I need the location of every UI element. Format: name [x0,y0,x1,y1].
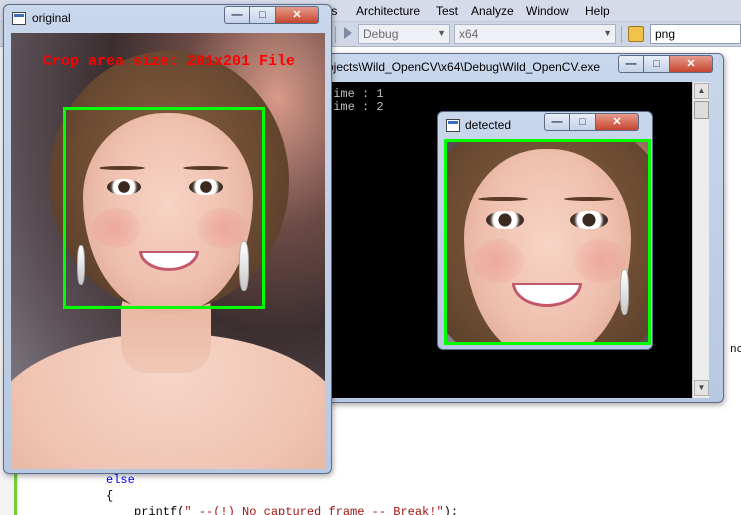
solution-platform-value: x64 [459,27,479,41]
minimize-button[interactable]: — [618,55,644,73]
statement-end: ); [443,505,459,515]
chevron-down-icon: ▼ [437,28,446,38]
app-window-icon [446,119,460,132]
crop-area-overlay-text: Crop area size: 201x201 File [43,53,296,70]
menu-test[interactable]: Test [436,4,458,18]
scroll-down-button[interactable]: ▼ [694,380,709,396]
console-line: time : 1 [326,87,384,101]
menu-window[interactable]: Window [526,4,569,18]
console-title: ojects\Wild_OpenCV\x64\Debug\Wild_OpenCV… [327,60,601,74]
printf-call: printf( [134,505,185,515]
detected-client [444,139,651,345]
detected-window-buttons: — □ ✕ [544,113,639,131]
find-input-value: png [655,27,676,41]
original-title: original [32,11,71,25]
code-line: else [106,473,135,487]
open-brace: { [106,489,114,503]
scroll-thumb[interactable] [694,101,709,119]
close-button[interactable]: ✕ [670,55,713,73]
scroll-up-button[interactable]: ▲ [694,83,709,99]
console-titlebar[interactable]: ojects\Wild_OpenCV\x64\Debug\Wild_OpenCV… [319,54,723,80]
original-window-buttons: — □ ✕ [224,6,319,24]
code-line: { [106,489,113,503]
toolbar-separator [335,26,336,43]
menu-help[interactable]: Help [585,4,610,18]
solution-configuration-value: Debug [363,27,399,41]
detected-face-image [444,139,651,345]
keyword-else: else [106,473,135,487]
start-debugging-icon[interactable] [344,27,352,39]
original-image: Crop area size: 201x201 File [11,33,325,469]
original-window[interactable]: original — □ ✕ Crop area size: 201x201 F… [3,4,332,474]
app-window-icon [12,12,26,25]
find-in-files-icon[interactable] [628,26,644,42]
change-tracking-bar [14,470,17,515]
face-detection-box [444,139,651,345]
detected-window[interactable]: detected — □ ✕ [437,111,653,350]
solution-platform-combo[interactable]: x64 ▼ [454,24,616,44]
maximize-button[interactable]: □ [570,113,596,131]
string-literal: " --(!) No captured frame -- Break!" [184,505,444,515]
chevron-down-icon: ▼ [603,28,612,38]
close-button[interactable]: ✕ [596,113,639,131]
console-scrollbar[interactable]: ▲ ▼ [692,82,709,398]
solution-configuration-combo[interactable]: Debug ▼ [358,24,450,44]
code-line: printf(" --(!) No captured frame -- Brea… [134,505,458,515]
toolbar-separator [621,26,622,43]
clipped-code-text: nc [730,344,741,356]
maximize-button[interactable]: □ [644,55,670,73]
detected-title: detected [465,118,512,132]
minimize-button[interactable]: — [544,113,570,131]
face-detection-box [63,107,265,309]
console-line: time : 2 [326,100,384,114]
original-titlebar[interactable]: original — □ ✕ [4,5,331,31]
close-button[interactable]: ✕ [276,6,319,24]
console-window-buttons: — □ ✕ [618,55,713,73]
minimize-button[interactable]: — [224,6,250,24]
maximize-button[interactable]: □ [250,6,276,24]
menu-analyze[interactable]: Analyze [471,4,514,18]
find-input[interactable]: png [650,24,741,44]
menu-architecture[interactable]: Architecture [356,4,420,18]
detected-titlebar[interactable]: detected — □ ✕ [438,112,652,138]
